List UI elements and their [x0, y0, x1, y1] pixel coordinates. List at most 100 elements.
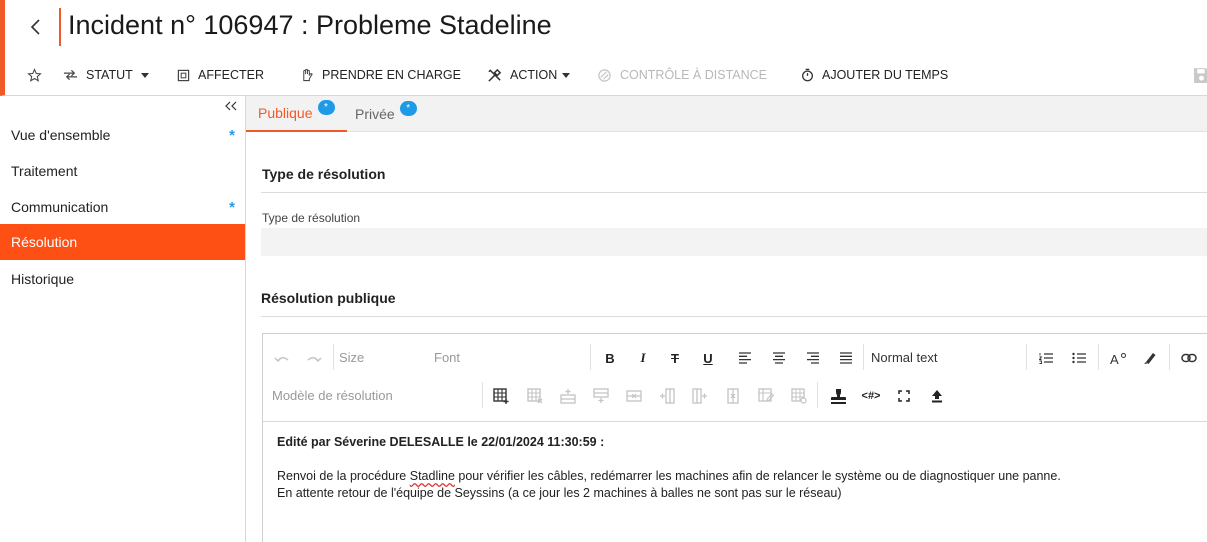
editor-toolbar-row-2: Modèle de résolution <#> [263, 378, 1207, 416]
toolbar-separator [817, 382, 818, 408]
toolbar-separator [590, 344, 591, 370]
insert-row-below-button[interactable] [591, 384, 611, 408]
insert-column-left-button[interactable] [657, 384, 677, 408]
align-left-icon [739, 352, 751, 364]
bullet-list-button[interactable] [1070, 346, 1088, 370]
tab-badge: * [399, 100, 417, 116]
content-line-1-start: Renvoi de la procédure [277, 469, 410, 483]
align-right-button[interactable] [804, 346, 822, 370]
save-icon [1194, 67, 1207, 83]
tab-publique[interactable]: Publique * [246, 96, 347, 132]
font-family-select[interactable]: Font [434, 350, 460, 365]
chevron-left-icon [30, 19, 40, 35]
sidebar-item-label: Communication [11, 199, 109, 215]
upload-button[interactable] [928, 384, 946, 408]
align-left-button[interactable] [736, 346, 754, 370]
chevron-down-icon [140, 72, 149, 78]
affecter-button[interactable]: AFFECTER [177, 60, 264, 90]
rich-text-editor: Size Font B I T U Normal text A Modèle d… [262, 333, 1207, 542]
controle-distance-label: CONTRÔLE À DISTANCE [620, 68, 768, 82]
ajouter-temps-label: AJOUTER DU TEMPS [822, 68, 949, 82]
prendre-en-charge-label: PRENDRE EN CHARGE [322, 68, 461, 82]
stamp-button[interactable] [827, 384, 849, 408]
fullscreen-button[interactable] [895, 384, 913, 408]
sidebar-item-traitement[interactable]: Traitement [0, 153, 245, 189]
sidebar-item-label: Historique [11, 271, 75, 287]
justify-button[interactable] [837, 346, 855, 370]
toolbar-separator [1098, 344, 1099, 370]
save-button[interactable] [1193, 60, 1207, 90]
sidebar-item-communication[interactable]: Communication * [0, 189, 245, 225]
back-button[interactable] [23, 12, 49, 42]
redo-button[interactable] [303, 346, 325, 370]
ordered-list-icon [1038, 353, 1053, 364]
paragraph-format-select[interactable]: Normal text [871, 350, 937, 365]
delete-table-button[interactable] [525, 384, 545, 408]
favorite-button[interactable] [27, 60, 50, 90]
sidebar-item-label: Vue d'ensemble [11, 127, 111, 143]
toolbar-separator [1026, 344, 1027, 370]
font-color-button[interactable]: A [1108, 346, 1128, 370]
undo-button[interactable] [271, 346, 293, 370]
main-content: Publique * Privée * Type de résolution T… [246, 96, 1207, 542]
resolution-template-select[interactable]: Modèle de résolution [272, 388, 393, 403]
highlight-button[interactable] [1141, 346, 1159, 370]
sidebar-item-label: Résolution [11, 234, 78, 250]
sidebar-item-vue-ensemble[interactable]: Vue d'ensemble * [0, 117, 245, 153]
controle-distance-button[interactable]: CONTRÔLE À DISTANCE [597, 60, 767, 90]
stamp-icon [830, 388, 846, 404]
table-properties-button[interactable] [789, 384, 809, 408]
sidebar-item-historique[interactable]: Historique [0, 261, 245, 297]
insert-table-button[interactable] [491, 384, 511, 408]
bold-icon: B [605, 350, 615, 366]
column-insert-left-icon [660, 388, 675, 404]
delete-row-button[interactable] [624, 384, 644, 408]
ordered-list-button[interactable] [1037, 346, 1055, 370]
section-title-type-resolution: Type de résolution [262, 166, 386, 182]
hand-icon [303, 68, 313, 82]
page-title: Incident n° 106947 : Probleme Stadeline [68, 10, 552, 40]
link-button[interactable] [1179, 346, 1199, 370]
action-button[interactable]: ACTION [487, 60, 571, 90]
fullscreen-icon [898, 390, 910, 402]
editor-divider [263, 421, 1207, 422]
prendre-en-charge-button[interactable]: PRENDRE EN CHARGE [301, 60, 461, 90]
strikethrough-button[interactable]: T [666, 346, 684, 370]
font-size-select[interactable]: Size [339, 350, 364, 365]
transfer-icon [63, 69, 78, 81]
italic-icon: I [640, 350, 646, 365]
align-center-button[interactable] [770, 346, 788, 370]
upload-icon [932, 390, 942, 403]
collapse-sidebar-button[interactable] [222, 98, 240, 114]
statut-button[interactable]: STATUT [63, 60, 149, 90]
toolbar-separator [1169, 344, 1170, 370]
editor-toolbar-row-1: Size Font B I T U Normal text A [263, 340, 1207, 378]
sidebar-item-label: Traitement [11, 163, 78, 179]
section-title-resolution-publique: Résolution publique [261, 290, 396, 306]
insert-column-right-button[interactable] [690, 384, 710, 408]
italic-button[interactable]: I [634, 346, 652, 370]
affecter-label: AFFECTER [198, 68, 264, 82]
modified-indicator: * [229, 199, 235, 216]
type-resolution-field[interactable] [261, 228, 1207, 256]
underline-icon: U [703, 350, 713, 366]
delete-column-button[interactable] [723, 384, 743, 408]
tab-privee[interactable]: Privée * [343, 96, 429, 132]
ajouter-temps-button[interactable]: AJOUTER DU TEMPS [801, 60, 948, 90]
bold-button[interactable]: B [601, 346, 619, 370]
cell-properties-button[interactable] [756, 384, 776, 408]
tab-bar: Publique * Privée * [246, 96, 1207, 132]
cell-edit-icon [758, 388, 774, 402]
insert-code-button[interactable]: <#> [860, 384, 882, 408]
table-insert-icon [493, 388, 509, 404]
stopwatch-icon [802, 68, 813, 82]
action-label: ACTION [510, 68, 558, 82]
editor-content-area[interactable]: Edité par Séverine DELESALLE le 22/01/20… [277, 434, 1197, 502]
star-outline-icon [27, 67, 42, 82]
sidebar-item-resolution[interactable]: Résolution [0, 224, 245, 260]
toolbar-separator [863, 344, 864, 370]
underline-button[interactable]: U [699, 346, 717, 370]
insert-row-above-button[interactable] [558, 384, 578, 408]
section-divider [261, 192, 1207, 193]
